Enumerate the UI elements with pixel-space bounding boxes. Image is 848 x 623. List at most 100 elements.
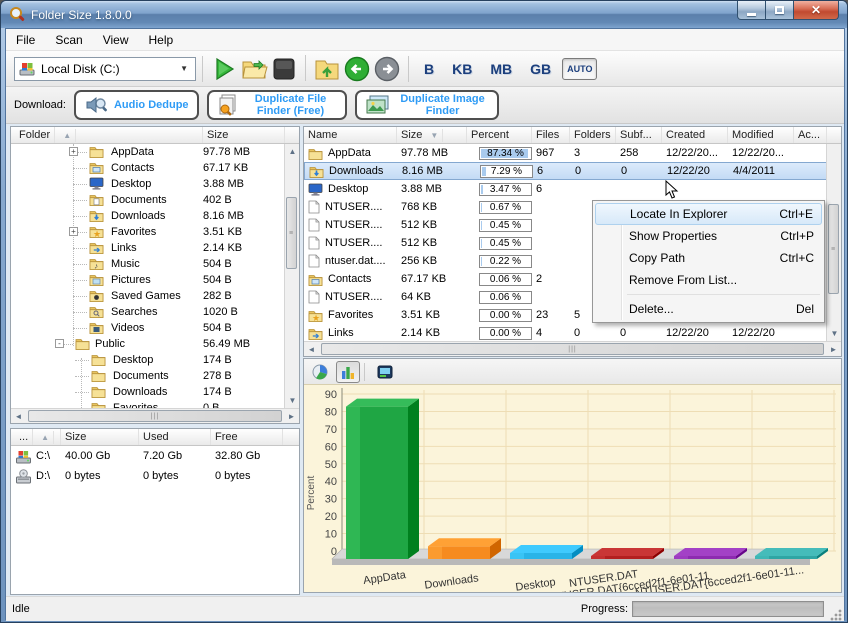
file-row-desktop[interactable]: Desktop3.88 MB3.47 %6 xyxy=(304,180,827,198)
menu-scan[interactable]: Scan xyxy=(45,30,92,50)
unit-button-gb[interactable]: GB xyxy=(521,61,560,77)
column-header-created[interactable]: Created xyxy=(662,127,728,143)
context-menu-item-show-properties[interactable]: Show PropertiesCtrl+P xyxy=(595,225,822,247)
open-folder-button[interactable] xyxy=(239,55,269,83)
tree-item-pictures[interactable]: Pictures504 B xyxy=(11,272,285,288)
drive-size-column-header[interactable]: Size xyxy=(61,429,139,445)
tree-item-public[interactable]: -Public56.49 MB xyxy=(11,336,285,352)
folder-game-icon xyxy=(89,289,104,302)
list-vertical-scrollbar[interactable]: ≡ ▼ xyxy=(826,144,841,341)
tree-item-downloads[interactable]: Downloads174 B xyxy=(11,384,285,400)
scroll-left-icon[interactable]: ◄ xyxy=(304,342,319,357)
tree-item-desktop[interactable]: Desktop174 B xyxy=(11,352,285,368)
download-button-3[interactable]: Duplicate Image Finder xyxy=(355,90,499,120)
minimize-button[interactable] xyxy=(737,1,766,20)
list-vscroll-thumb[interactable]: ≡ xyxy=(828,204,839,294)
tree-item-saved-games[interactable]: Saved Games282 B xyxy=(11,288,285,304)
app-window: Folder Size 1.8.0.0 ✕ FileScanViewHelp L… xyxy=(0,0,848,623)
unit-button-mb[interactable]: MB xyxy=(481,61,521,77)
file-row-appdata[interactable]: AppData97.78 MB87.34 %967325812/22/20...… xyxy=(304,144,827,162)
menu-file[interactable]: File xyxy=(6,30,45,50)
scroll-right-icon[interactable]: ► xyxy=(826,342,841,357)
drive-free-column-header[interactable]: Free xyxy=(211,429,283,445)
drive-selector[interactable]: Local Disk (C:) ▼ xyxy=(14,57,196,81)
tree-horizontal-scrollbar[interactable]: ◄ ||| ► xyxy=(11,408,299,423)
context-menu-item-remove-from-list[interactable]: Remove From List... xyxy=(595,269,822,291)
scroll-down-icon[interactable]: ▼ xyxy=(827,326,842,341)
column-header-name[interactable]: Name xyxy=(304,127,397,143)
tree-item-favorites[interactable]: +★Favorites3.51 KB xyxy=(11,224,285,240)
scan-button[interactable] xyxy=(209,55,239,83)
percent-meter: 0.06 % xyxy=(479,273,532,286)
tree-item-music[interactable]: ♪Music504 B xyxy=(11,256,285,272)
download-button-2[interactable]: Duplicate File Finder (Free) xyxy=(207,90,347,120)
unit-button-auto[interactable]: AUTO xyxy=(562,58,597,80)
svg-text:40: 40 xyxy=(325,476,337,488)
tree-item-downloads[interactable]: Downloads8.16 MB xyxy=(11,208,285,224)
column-header-modified[interactable]: Modified xyxy=(728,127,794,143)
drive-row-d[interactable]: D:\0 bytes0 bytes0 bytes xyxy=(11,466,299,486)
folder-column-header[interactable]: Folder▲ xyxy=(11,127,203,143)
tree-item-searches[interactable]: Searches1020 B xyxy=(11,304,285,320)
folder-up-button[interactable] xyxy=(312,55,342,83)
expand-icon[interactable]: + xyxy=(69,227,78,236)
stop-button[interactable] xyxy=(269,55,299,83)
svg-text:50: 50 xyxy=(325,459,337,471)
column-header-ac[interactable]: Ac... xyxy=(794,127,827,143)
tree-item-links[interactable]: ➔Links2.14 KB xyxy=(11,240,285,256)
close-button[interactable]: ✕ xyxy=(793,1,839,20)
back-button[interactable] xyxy=(342,55,372,83)
bar-ntuser-dat xyxy=(591,548,664,559)
tree-vscroll-thumb[interactable]: ≡ xyxy=(286,197,297,269)
maximize-button[interactable] xyxy=(766,1,793,20)
export-chart-button[interactable] xyxy=(373,361,397,383)
drive-used-column-header[interactable]: Used xyxy=(139,429,211,445)
scroll-left-icon[interactable]: ◄ xyxy=(11,409,26,424)
forward-button[interactable] xyxy=(372,55,402,83)
context-menu-item-copy-path[interactable]: Copy PathCtrl+C xyxy=(595,247,822,269)
download-button-1[interactable]: Audio Dedupe xyxy=(74,90,199,120)
tree-item-desktop[interactable]: Desktop3.88 MB xyxy=(11,176,285,192)
menu-view[interactable]: View xyxy=(93,30,139,50)
tree-item-videos[interactable]: Videos504 B xyxy=(11,320,285,336)
size-column-header[interactable]: Size xyxy=(203,127,285,143)
scroll-down-icon[interactable]: ▼ xyxy=(285,393,300,408)
resize-grip[interactable] xyxy=(830,609,842,621)
folder-tree: +AppData97.78 MBContacts67.17 KBDesktop3… xyxy=(11,144,285,409)
folder-down-icon xyxy=(89,209,104,222)
column-header-percent[interactable]: Percent xyxy=(467,127,532,143)
column-header-size[interactable]: Size▼ xyxy=(397,127,467,143)
column-header-files[interactable]: Files xyxy=(532,127,570,143)
column-header-subf[interactable]: Subf... xyxy=(616,127,662,143)
tree-vertical-scrollbar[interactable]: ▲ ≡ ▼ xyxy=(284,144,299,408)
list-horizontal-scrollbar[interactable]: ◄ ||| ► xyxy=(304,341,841,356)
scroll-right-icon[interactable]: ► xyxy=(284,409,299,424)
collapse-icon[interactable]: - xyxy=(55,339,64,348)
context-menu-item-delete[interactable]: Delete...Del xyxy=(595,298,822,320)
tree-item-appdata[interactable]: +AppData97.78 MB xyxy=(11,144,285,160)
bar-chart-button[interactable] xyxy=(336,361,360,383)
chart-toolbar xyxy=(304,359,841,385)
menu-help[interactable]: Help xyxy=(139,30,184,50)
list-hscroll-thumb[interactable]: ||| xyxy=(321,343,824,355)
context-menu-item-locate-in-explorer[interactable]: Locate In ExplorerCtrl+E xyxy=(595,203,822,225)
tree-item-contacts[interactable]: Contacts67.17 KB xyxy=(11,160,285,176)
column-header-folders[interactable]: Folders xyxy=(570,127,616,143)
tree-hscroll-thumb[interactable]: ||| xyxy=(28,410,282,422)
file-row-downloads[interactable]: Downloads8.16 MB7.29 %60012/22/204/4/201… xyxy=(304,162,827,180)
drive-column-header[interactable]: ...▲ xyxy=(11,429,61,445)
tree-connector xyxy=(73,296,87,297)
scroll-up-icon[interactable]: ▲ xyxy=(285,144,300,159)
context-menu-item-label: Remove From List... xyxy=(629,273,737,287)
file-row-links[interactable]: ➔Links2.14 KB0.00 %40012/22/2012/22/20 xyxy=(304,324,827,342)
unit-button-kb[interactable]: KB xyxy=(443,61,481,77)
file-icon xyxy=(308,254,320,268)
percent-meter-text: 0.45 % xyxy=(480,220,531,231)
pie-chart-button[interactable] xyxy=(308,361,332,383)
tree-item-documents[interactable]: Documents278 B xyxy=(11,368,285,384)
status-bar: Idle Progress: xyxy=(6,596,844,621)
drive-row-c[interactable]: C:\40.00 Gb7.20 Gb32.80 Gb xyxy=(11,446,299,466)
expand-icon[interactable]: + xyxy=(69,147,78,156)
unit-button-b[interactable]: B xyxy=(415,61,443,77)
tree-item-documents[interactable]: Documents402 B xyxy=(11,192,285,208)
